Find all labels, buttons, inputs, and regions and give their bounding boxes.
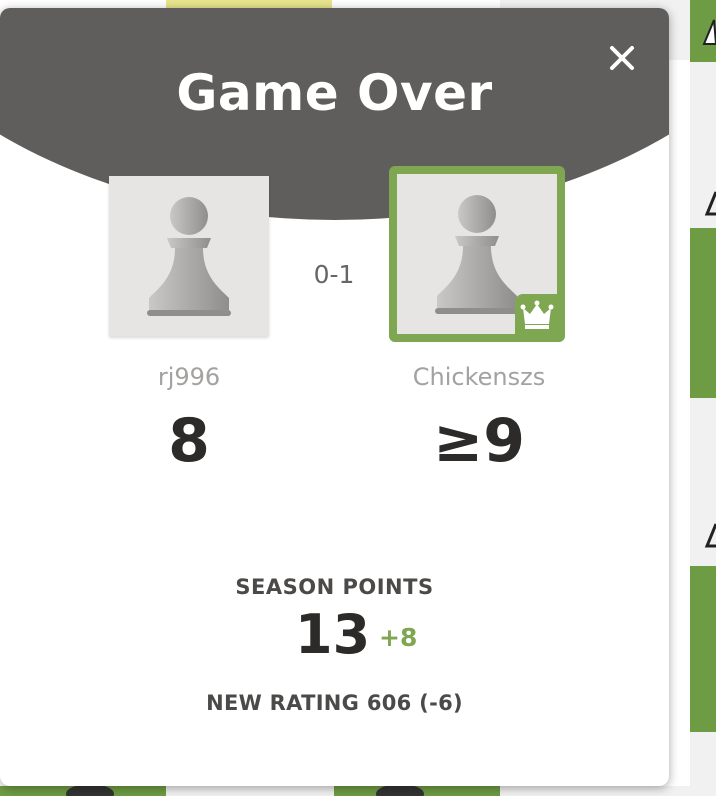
game-over-modal: Game Over 0-1 rj996 Chickenszs 8 ≥9 SEAS… [0,8,669,786]
crown-icon [520,300,554,329]
new-rating: NEW RATING 606 (-6) [206,691,463,715]
season-points-delta: +8 [379,623,418,652]
player-avatar-right[interactable] [389,166,565,342]
modal-title: Game Over [176,64,493,122]
player-rating-right: ≥9 [432,406,526,476]
season-points-label: SEASON POINTS [235,575,434,599]
pawn-icon [147,197,231,316]
chess-piece-icon [704,523,716,548]
chess-piece-icon [702,19,716,45]
player-avatar-left[interactable] [109,176,269,336]
game-result: 0-1 [313,260,355,289]
season-points-value: 13 [295,603,371,666]
close-icon[interactable] [600,36,644,80]
winner-badge [515,294,559,336]
chess-piece-icon [704,191,716,216]
player-name-left[interactable]: rj996 [89,363,289,391]
player-rating-left: 8 [168,406,210,476]
player-name-right[interactable]: Chickenszs [369,363,589,391]
